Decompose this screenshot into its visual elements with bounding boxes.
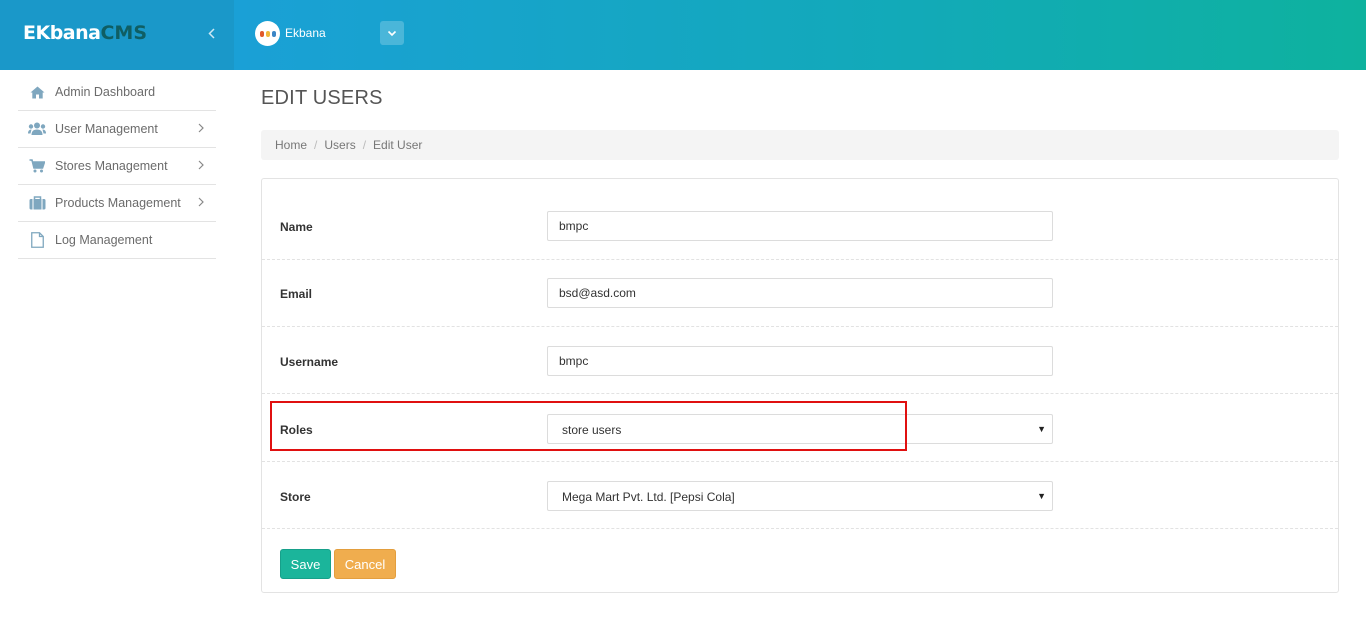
breadcrumb-separator: / xyxy=(314,138,318,152)
sidebar-item-stores-management[interactable]: Stores Management xyxy=(18,148,216,185)
brand-area: EKbanaCMS xyxy=(0,0,234,70)
form-row-roles: Roles store users ▼ xyxy=(262,395,1338,462)
home-icon xyxy=(28,84,46,100)
store-selected-value: Mega Mart Pvt. Ltd. [Pepsi Cola] xyxy=(562,490,735,504)
chevron-right-icon xyxy=(198,123,204,133)
form-row-username: Username xyxy=(262,327,1338,394)
sidebar-item-label: User Management xyxy=(55,122,158,136)
top-header: EKbanaCMS Ekbana xyxy=(0,0,1366,70)
sidebar-item-admin-dashboard[interactable]: Admin Dashboard xyxy=(18,74,216,111)
page-title: EDIT USERS xyxy=(261,87,383,109)
breadcrumb: Home / Users / Edit User xyxy=(261,130,1339,160)
chevron-left-icon xyxy=(208,28,215,39)
store-select[interactable]: Mega Mart Pvt. Ltd. [Pepsi Cola] ▼ xyxy=(547,481,1053,511)
sidebar-collapse-button[interactable] xyxy=(208,26,215,42)
org-avatar[interactable] xyxy=(255,21,280,46)
roles-label: Roles xyxy=(280,423,313,437)
breadcrumb-home[interactable]: Home xyxy=(275,138,307,152)
sidebar-item-user-management[interactable]: User Management xyxy=(18,111,216,148)
brand-suffix: CMS xyxy=(100,22,148,44)
name-label: Name xyxy=(280,220,313,234)
cancel-button[interactable]: Cancel xyxy=(334,549,396,579)
store-label: Store xyxy=(280,490,311,504)
briefcase-icon xyxy=(28,195,46,211)
cart-icon xyxy=(28,158,46,174)
caret-down-icon: ▼ xyxy=(1037,424,1046,434)
form-row-name: Name xyxy=(262,193,1338,260)
org-name[interactable]: Ekbana xyxy=(285,26,326,40)
email-label: Email xyxy=(280,287,313,301)
name-field[interactable] xyxy=(547,211,1053,241)
edit-user-form: Name Email Username Roles store users ▼ … xyxy=(261,178,1339,593)
username-label: Username xyxy=(280,355,339,369)
form-row-email: Email xyxy=(262,260,1338,327)
chevron-right-icon xyxy=(198,160,204,170)
sidebar-item-products-management[interactable]: Products Management xyxy=(18,185,216,222)
file-icon xyxy=(28,232,46,248)
sidebar-item-label: Stores Management xyxy=(55,159,168,173)
header-main: Ekbana xyxy=(234,0,1366,70)
form-row-store: Store Mega Mart Pvt. Ltd. [Pepsi Cola] ▼ xyxy=(262,462,1338,529)
caret-down-icon: ▼ xyxy=(1037,491,1046,501)
roles-selected-value: store users xyxy=(562,423,622,437)
breadcrumb-users[interactable]: Users xyxy=(324,138,355,152)
org-dropdown-button[interactable] xyxy=(380,21,404,45)
chevron-down-icon xyxy=(387,30,397,36)
sidebar: Admin Dashboard User Management Stores M… xyxy=(18,74,216,259)
sidebar-item-label: Products Management xyxy=(55,196,181,210)
brand-name: EKbana xyxy=(23,22,101,44)
chevron-right-icon xyxy=(198,197,204,207)
breadcrumb-current: Edit User xyxy=(373,138,423,152)
sidebar-item-log-management[interactable]: Log Management xyxy=(18,222,216,259)
sidebar-item-label: Log Management xyxy=(55,233,153,247)
sidebar-item-label: Admin Dashboard xyxy=(55,85,156,99)
save-button[interactable]: Save xyxy=(280,549,331,579)
roles-select[interactable]: store users ▼ xyxy=(547,414,1053,444)
brand-logo[interactable]: EKbanaCMS xyxy=(23,22,147,44)
breadcrumb-separator: / xyxy=(362,138,367,152)
email-field[interactable] xyxy=(547,278,1053,308)
username-field[interactable] xyxy=(547,346,1053,376)
users-icon xyxy=(28,121,46,137)
